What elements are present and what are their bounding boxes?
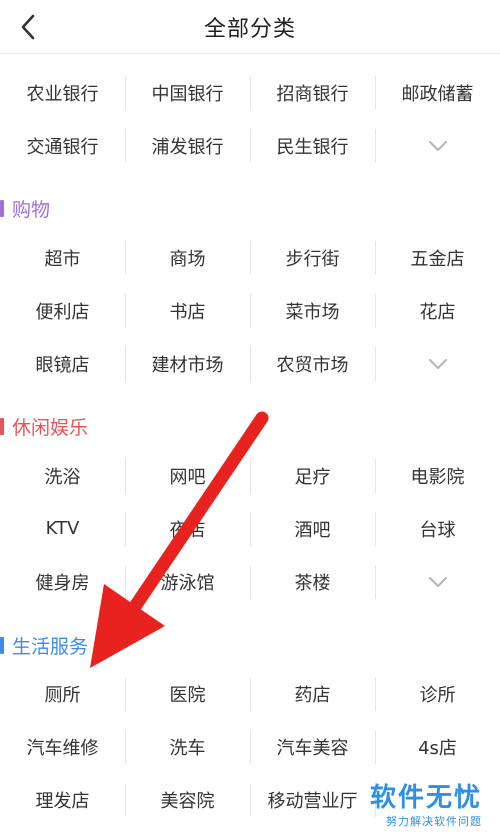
category-item[interactable]: 厕所	[0, 677, 125, 711]
grid-row: 农业银行 中国银行 招商银行 邮政储蓄	[0, 66, 500, 119]
category-item[interactable]: 便利店	[0, 294, 125, 328]
category-item[interactable]: 理发店	[0, 783, 125, 817]
section-title-leisure: 休闲娱乐	[0, 412, 88, 440]
grid-row: KTV 夜店 酒吧 台球	[0, 502, 500, 555]
grid-row: 洗浴 网吧 足疗 电影院	[0, 449, 500, 502]
category-item[interactable]: 美容院	[125, 782, 250, 817]
top-bar: 全部分类	[0, 0, 500, 54]
category-item[interactable]: 酒吧	[250, 511, 375, 546]
category-item[interactable]: 建材市场	[125, 346, 250, 381]
category-item[interactable]: 游泳馆	[125, 564, 250, 599]
category-item[interactable]: 交通银行	[0, 129, 125, 163]
category-item[interactable]: 洗浴	[0, 459, 125, 493]
page-title: 全部分类	[203, 16, 296, 42]
grid-row: 交通银行 浦发银行 民生银行	[0, 119, 500, 172]
chevron-left-icon	[21, 14, 35, 40]
section-accent-bar	[0, 417, 4, 435]
leisure-grid: 洗浴 网吧 足疗 电影院 KTV 夜店 酒吧 台球 健身房 游泳馆 茶楼	[0, 449, 500, 608]
category-item[interactable]: 农贸市场	[250, 346, 375, 381]
category-item[interactable]: 农业银行	[0, 76, 125, 110]
watermark-logo: 软件无忧 努力解决软件问题	[370, 783, 482, 829]
category-item[interactable]: 洗车	[125, 729, 250, 764]
section-accent-bar	[0, 199, 4, 217]
category-item[interactable]: 足疗	[250, 458, 375, 493]
grid-row: 汽车维修 洗车 汽车美容 4s店	[0, 720, 500, 773]
grid-row: 健身房 游泳馆 茶楼	[0, 555, 500, 608]
category-item[interactable]: 网吧	[125, 458, 250, 493]
expand-button[interactable]	[375, 564, 500, 599]
grid-row: 厕所 医院 药店 诊所	[0, 667, 500, 720]
category-item[interactable]: 浦发银行	[125, 128, 250, 163]
section-title-life: 生活服务	[0, 631, 88, 659]
section-title-text: 购物	[12, 198, 51, 221]
category-item[interactable]: 花店	[375, 293, 500, 328]
expand-button[interactable]	[375, 346, 500, 381]
expand-button[interactable]	[375, 128, 500, 163]
watermark-sub-text: 努力解决软件问题	[386, 815, 482, 828]
category-item[interactable]: 移动营业厅	[250, 782, 375, 817]
grid-row: 便利店 书店 菜市场 花店	[0, 284, 500, 337]
category-item[interactable]: 汽车美容	[250, 729, 375, 764]
section-title-shopping: 购物	[0, 194, 50, 222]
category-item[interactable]: 眼镜店	[0, 347, 125, 381]
category-item[interactable]: 中国银行	[125, 75, 250, 110]
category-item[interactable]: 民生银行	[250, 128, 375, 163]
category-item[interactable]: 电影院	[375, 458, 500, 493]
category-item[interactable]: 五金店	[375, 240, 500, 275]
category-item[interactable]: 健身房	[0, 565, 125, 599]
category-item[interactable]: 商场	[125, 240, 250, 275]
shopping-grid: 超市 商场 步行街 五金店 便利店 书店 菜市场 花店 眼镜店 建材市场 农贸市…	[0, 231, 500, 390]
chevron-down-icon	[428, 358, 447, 369]
chevron-down-icon	[428, 576, 447, 587]
grid-row: 眼镜店 建材市场 农贸市场	[0, 337, 500, 390]
category-item[interactable]: 茶楼	[250, 564, 375, 599]
category-item[interactable]: 诊所	[375, 676, 500, 711]
category-item[interactable]: 菜市场	[250, 293, 375, 328]
grid-row: 超市 商场 步行街 五金店	[0, 231, 500, 284]
category-item[interactable]: 夜店	[125, 511, 250, 546]
category-item[interactable]: 步行街	[250, 240, 375, 275]
section-title-text: 生活服务	[12, 635, 89, 658]
section-accent-bar	[0, 636, 4, 654]
chevron-down-icon	[428, 140, 447, 151]
category-item[interactable]: 书店	[125, 293, 250, 328]
category-item[interactable]: 药店	[250, 676, 375, 711]
category-item[interactable]: 招商银行	[250, 75, 375, 110]
category-item[interactable]: 邮政储蓄	[375, 75, 500, 110]
category-item[interactable]: 台球	[375, 511, 500, 546]
section-title-text: 休闲娱乐	[12, 416, 89, 439]
category-item[interactable]: KTV	[0, 512, 125, 546]
category-item[interactable]: 超市	[0, 241, 125, 275]
watermark-main-text: 软件无忧	[369, 783, 482, 813]
category-item[interactable]: 医院	[125, 676, 250, 711]
category-item[interactable]: 4s店	[375, 729, 500, 764]
bank-grid: 农业银行 中国银行 招商银行 邮政储蓄 交通银行 浦发银行 民生银行	[0, 66, 500, 172]
back-button[interactable]	[8, 7, 48, 47]
category-item[interactable]: 汽车维修	[0, 730, 125, 764]
